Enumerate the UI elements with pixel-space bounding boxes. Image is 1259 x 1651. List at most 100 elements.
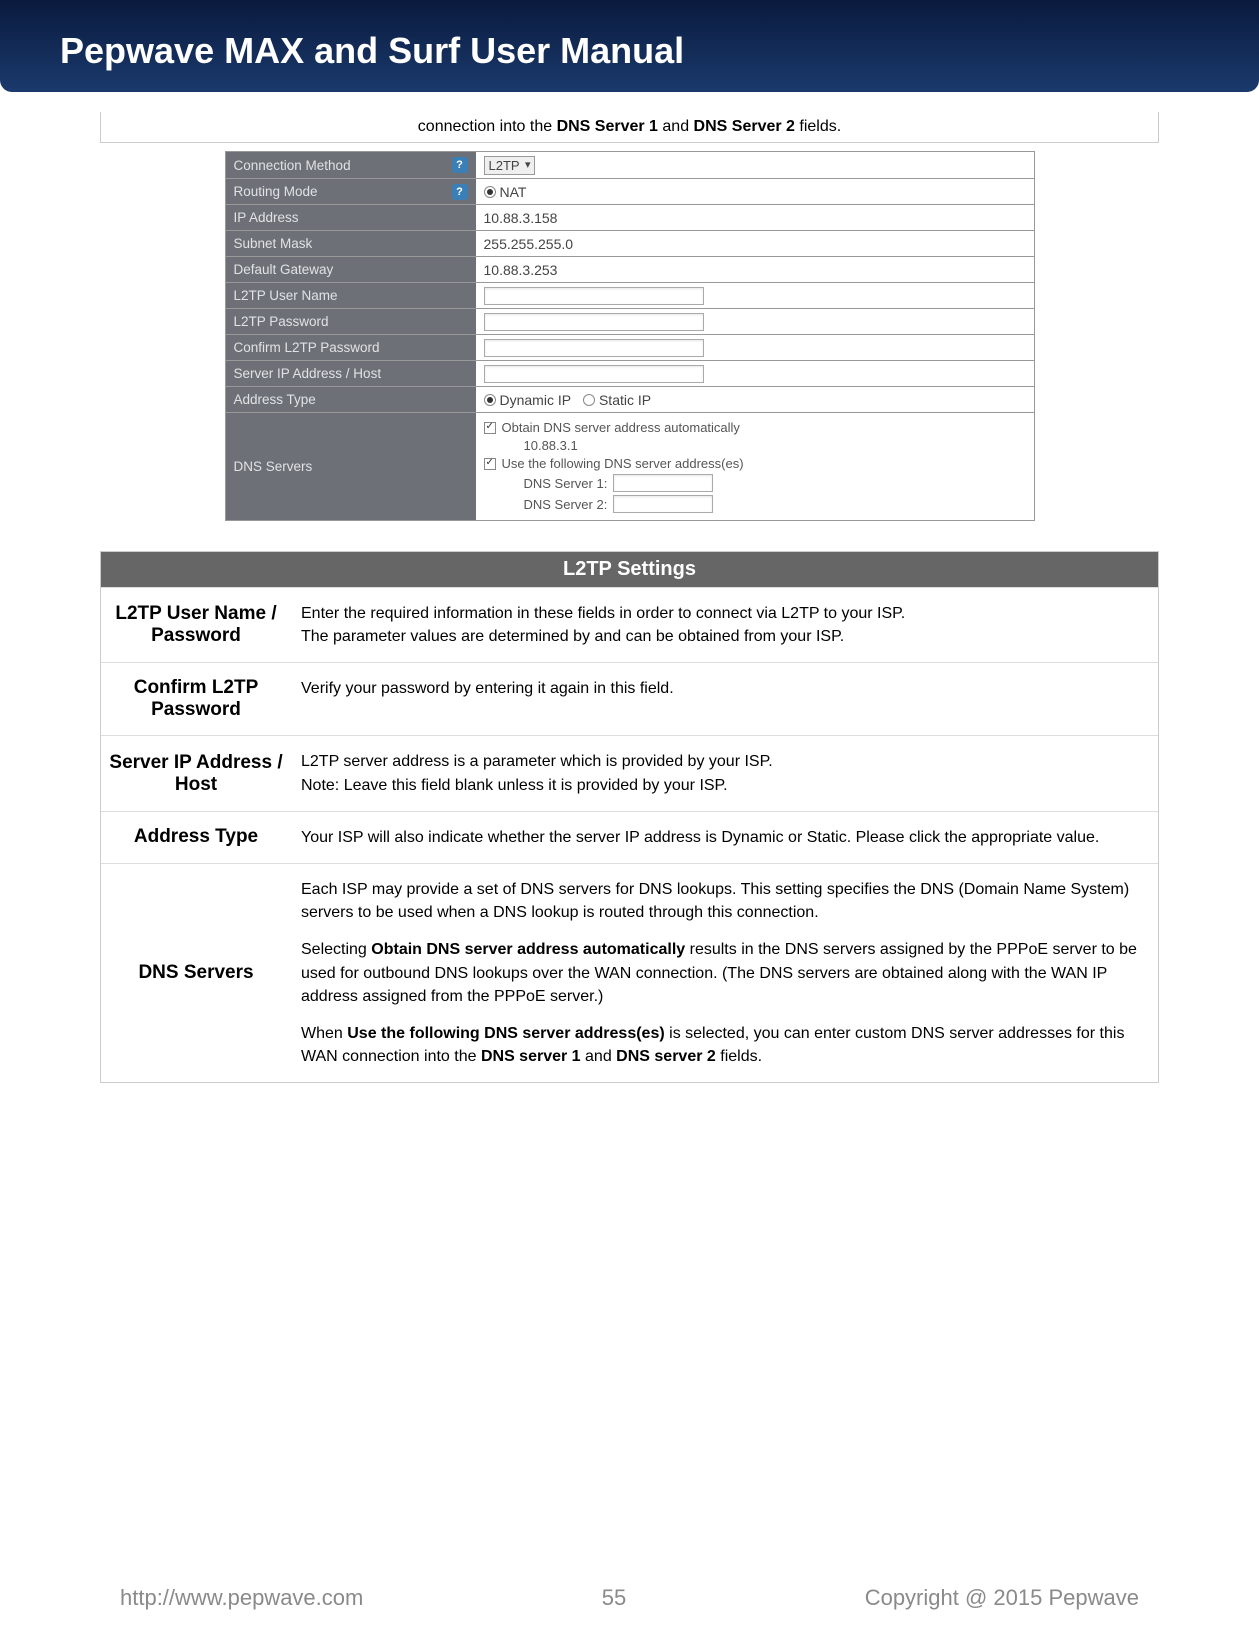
cfg-label: Connection Method?	[226, 152, 476, 178]
page-header: Pepwave MAX and Surf User Manual	[0, 0, 1259, 92]
note-bold1: DNS Server 1	[557, 118, 658, 135]
cfg-label-text: Routing Mode	[234, 184, 318, 199]
txt-bold: DNS server 1	[481, 1048, 581, 1065]
desc-text: L2TP server address is a parameter which…	[301, 753, 773, 770]
cfg-label: Subnet Mask	[226, 231, 476, 256]
cfg-row-subnet-mask: Subnet Mask 255.255.255.0	[226, 230, 1034, 256]
cfg-value	[476, 335, 1034, 360]
cfg-label-text: L2TP Password	[234, 314, 329, 329]
dns-block: Obtain DNS server address automatically …	[484, 416, 744, 517]
content-wrap: connection into the DNS Server 1 and DNS…	[0, 112, 1259, 1083]
cfg-row-default-gateway: Default Gateway 10.88.3.253	[226, 256, 1034, 282]
desc-text: Enter the required information in these …	[301, 605, 905, 622]
cfg-label: Default Gateway	[226, 257, 476, 282]
dns-p1: Each ISP may provide a set of DNS server…	[301, 878, 1148, 924]
row-label-dns-servers: DNS Servers	[101, 864, 291, 1082]
txt: Selecting	[301, 941, 371, 958]
row-desc: Enter the required information in these …	[291, 588, 1158, 662]
table-row: Address Type Your ISP will also indicate…	[101, 811, 1158, 863]
dns-auto-value: 10.88.3.1	[524, 438, 744, 453]
footer-page-number: 55	[602, 1585, 626, 1611]
footer-copyright: Copyright @ 2015 Pepwave	[865, 1585, 1139, 1611]
note-suffix: fields.	[795, 118, 841, 135]
footer-url: http://www.pepwave.com	[120, 1585, 363, 1611]
cfg-value: 255.255.255.0	[476, 231, 1034, 256]
cfg-label: L2TP Password	[226, 309, 476, 334]
connection-method-select[interactable]: L2TP	[484, 156, 535, 175]
help-icon[interactable]: ?	[452, 184, 468, 200]
dns-p2: Selecting Obtain DNS server address auto…	[301, 938, 1148, 1008]
obtain-auto-checkbox[interactable]	[484, 422, 496, 434]
table-row: L2TP User Name / Password Enter the requ…	[101, 587, 1158, 662]
cfg-value: 10.88.3.158	[476, 205, 1034, 230]
cfg-label: DNS Servers	[226, 413, 476, 520]
cfg-label-text: DNS Servers	[234, 459, 313, 474]
cfg-label-text: Address Type	[234, 392, 316, 407]
cfg-value	[476, 361, 1034, 386]
page-title: Pepwave MAX and Surf User Manual	[60, 30, 1199, 72]
use-following-label: Use the following DNS server address(es)	[502, 456, 744, 471]
table-row: Server IP Address / Host L2TP server add…	[101, 735, 1158, 810]
row-desc: Each ISP may provide a set of DNS server…	[291, 864, 1158, 1082]
config-screenshot: Connection Method? L2TP Routing Mode? NA…	[225, 151, 1035, 521]
cfg-label: Server IP Address / Host	[226, 361, 476, 386]
desc-text: Verify your password by entering it agai…	[301, 680, 674, 697]
note-prefix: connection into the	[418, 118, 557, 135]
table-row: DNS Servers Each ISP may provide a set o…	[101, 863, 1158, 1082]
cfg-row-address-type: Address Type Dynamic IP Static IP	[226, 386, 1034, 412]
l2tp-user-name-input[interactable]	[484, 287, 704, 305]
cfg-label: Confirm L2TP Password	[226, 335, 476, 360]
dns-p3: When Use the following DNS server addres…	[301, 1022, 1148, 1068]
static-ip-radio[interactable]	[583, 394, 595, 406]
cfg-label-text: Connection Method	[234, 158, 351, 173]
desc-text: Your ISP will also indicate whether the …	[301, 829, 1099, 846]
l2tp-settings-table: L2TP Settings L2TP User Name / Password …	[100, 551, 1159, 1083]
obtain-auto-label: Obtain DNS server address automatically	[502, 420, 740, 435]
desc-text: Note: Leave this field blank unless it i…	[301, 777, 728, 794]
cfg-label: Routing Mode?	[226, 179, 476, 204]
cfg-value	[476, 309, 1034, 334]
dns-server-1-input[interactable]	[613, 474, 713, 492]
cfg-value: 10.88.3.253	[476, 257, 1034, 282]
use-following-checkbox[interactable]	[484, 458, 496, 470]
nat-radio[interactable]	[484, 186, 496, 198]
cfg-row-ip-address: IP Address 10.88.3.158	[226, 204, 1034, 230]
cfg-label-text: Confirm L2TP Password	[234, 340, 380, 355]
txt-bold: DNS server 2	[616, 1048, 716, 1065]
cfg-label: L2TP User Name	[226, 283, 476, 308]
dns-custom-line: Use the following DNS server address(es)	[484, 456, 744, 471]
txt-bold: Obtain DNS server address automatically	[371, 941, 685, 958]
txt: and	[581, 1048, 617, 1065]
cfg-row-l2tp-user-name: L2TP User Name	[226, 282, 1034, 308]
l2tp-password-input[interactable]	[484, 313, 704, 331]
cfg-label-text: Subnet Mask	[234, 236, 313, 251]
txt: When	[301, 1025, 347, 1042]
row-desc: Verify your password by entering it agai…	[291, 663, 1158, 735]
dynamic-ip-radio[interactable]	[484, 394, 496, 406]
row-desc: L2TP server address is a parameter which…	[291, 736, 1158, 810]
row-label-l2tp-user-name-password: L2TP User Name / Password	[101, 588, 291, 662]
txt: fields.	[716, 1048, 762, 1065]
help-icon[interactable]: ?	[452, 157, 468, 173]
dns-auto-line: Obtain DNS server address automatically	[484, 420, 744, 435]
settings-table-header: L2TP Settings	[101, 552, 1158, 587]
txt-bold: Use the following DNS server address(es)	[347, 1025, 664, 1042]
row-label-address-type: Address Type	[101, 812, 291, 863]
top-note: connection into the DNS Server 1 and DNS…	[100, 112, 1159, 143]
cfg-row-routing-mode: Routing Mode? NAT	[226, 178, 1034, 204]
cfg-value: Obtain DNS server address automatically …	[476, 413, 1034, 520]
dns-server-2-input[interactable]	[613, 495, 713, 513]
row-label-confirm-l2tp-password: Confirm L2TP Password	[101, 663, 291, 735]
confirm-l2tp-password-input[interactable]	[484, 339, 704, 357]
page-footer: http://www.pepwave.com 55 Copyright @ 20…	[0, 1585, 1259, 1611]
dynamic-ip-label: Dynamic IP	[500, 392, 572, 408]
server-ip-input[interactable]	[484, 365, 704, 383]
cfg-value	[476, 283, 1034, 308]
dns-server-1-line: DNS Server 1:	[524, 474, 744, 492]
cfg-label-text: IP Address	[234, 210, 299, 225]
nat-label: NAT	[500, 184, 527, 200]
row-desc: Your ISP will also indicate whether the …	[291, 812, 1158, 863]
note-mid: and	[658, 118, 694, 135]
desc-text: The parameter values are determined by a…	[301, 628, 844, 645]
cfg-row-l2tp-password: L2TP Password	[226, 308, 1034, 334]
